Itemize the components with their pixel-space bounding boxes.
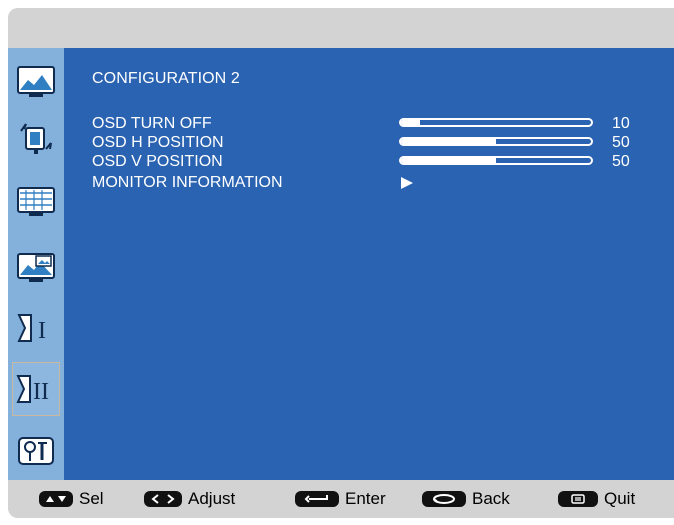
- left-right-icon: [144, 491, 182, 507]
- osd-turn-off-slider[interactable]: [399, 118, 593, 127]
- menu-label: OSD V POSITION: [92, 153, 223, 170]
- sidebar-item-geometry[interactable]: [14, 180, 58, 224]
- up-down-icon: [39, 491, 73, 507]
- back-icon: [422, 491, 466, 507]
- menu-label: OSD TURN OFF: [92, 115, 212, 132]
- configuration-1-icon: I: [17, 314, 46, 344]
- hint-enter-label: Enter: [345, 489, 386, 508]
- osd-window: I II CONFIGURATION 2 OSD TURN OFF 10 OSD…: [8, 8, 674, 518]
- tools-icon: [18, 437, 54, 465]
- slider-fill: [401, 139, 496, 144]
- enter-icon: [295, 491, 339, 507]
- sidebar-item-configuration-1[interactable]: I: [14, 306, 58, 350]
- pip-icon: [17, 253, 55, 282]
- hint-adjust-label: Adjust: [188, 489, 236, 508]
- hint-quit-label: Quit: [604, 489, 636, 508]
- hint-select: Sel: [39, 489, 104, 509]
- geometry-icon: [17, 187, 55, 216]
- osd-h-position-slider[interactable]: [399, 137, 593, 146]
- configuration-2-icon: II: [16, 375, 49, 405]
- sidebar-item-pip[interactable]: [14, 246, 58, 290]
- slider-value: 50: [612, 153, 630, 170]
- menu-label: MONITOR INFORMATION: [92, 174, 283, 191]
- menu-row-monitor-information[interactable]: MONITOR INFORMATION: [92, 174, 652, 192]
- hint-back-label: Back: [472, 489, 510, 508]
- menu-icon: [558, 491, 598, 507]
- sidebar: I II: [8, 48, 64, 480]
- sidebar-item-adjust[interactable]: [14, 116, 58, 160]
- configuration-panel: CONFIGURATION 2 OSD TURN OFF 10 OSD H PO…: [64, 48, 674, 480]
- slider-value: 10: [612, 115, 630, 132]
- sidebar-item-picture[interactable]: [14, 60, 58, 104]
- hint-select-label: Sel: [79, 489, 104, 508]
- picture-icon: [17, 66, 55, 97]
- svg-text:II: II: [33, 379, 49, 405]
- page-title: CONFIGURATION 2: [92, 70, 240, 87]
- hint-back: Back: [422, 489, 510, 509]
- menu-row-osd-turn-off[interactable]: OSD TURN OFF 10: [92, 115, 652, 133]
- sidebar-item-tools[interactable]: [14, 430, 58, 474]
- osd-v-position-slider[interactable]: [399, 156, 593, 165]
- hint-adjust: Adjust: [144, 489, 235, 509]
- menu-row-osd-v-position[interactable]: OSD V POSITION 50: [92, 153, 652, 171]
- menu-label: OSD H POSITION: [92, 134, 224, 151]
- monitor-adjust-icon: [20, 123, 52, 154]
- slider-fill: [401, 120, 420, 125]
- submenu-arrow-icon: [401, 177, 413, 189]
- hint-enter: Enter: [295, 489, 386, 509]
- top-band: [8, 8, 674, 48]
- svg-text:I: I: [38, 318, 46, 344]
- sidebar-item-configuration-2[interactable]: II: [12, 362, 60, 416]
- menu-row-osd-h-position[interactable]: OSD H POSITION 50: [92, 134, 652, 152]
- hint-quit: Quit: [558, 489, 635, 509]
- slider-fill: [401, 158, 496, 163]
- slider-value: 50: [612, 134, 630, 151]
- bottom-hint-bar: Sel Adjust Enter Back Quit: [8, 480, 674, 518]
